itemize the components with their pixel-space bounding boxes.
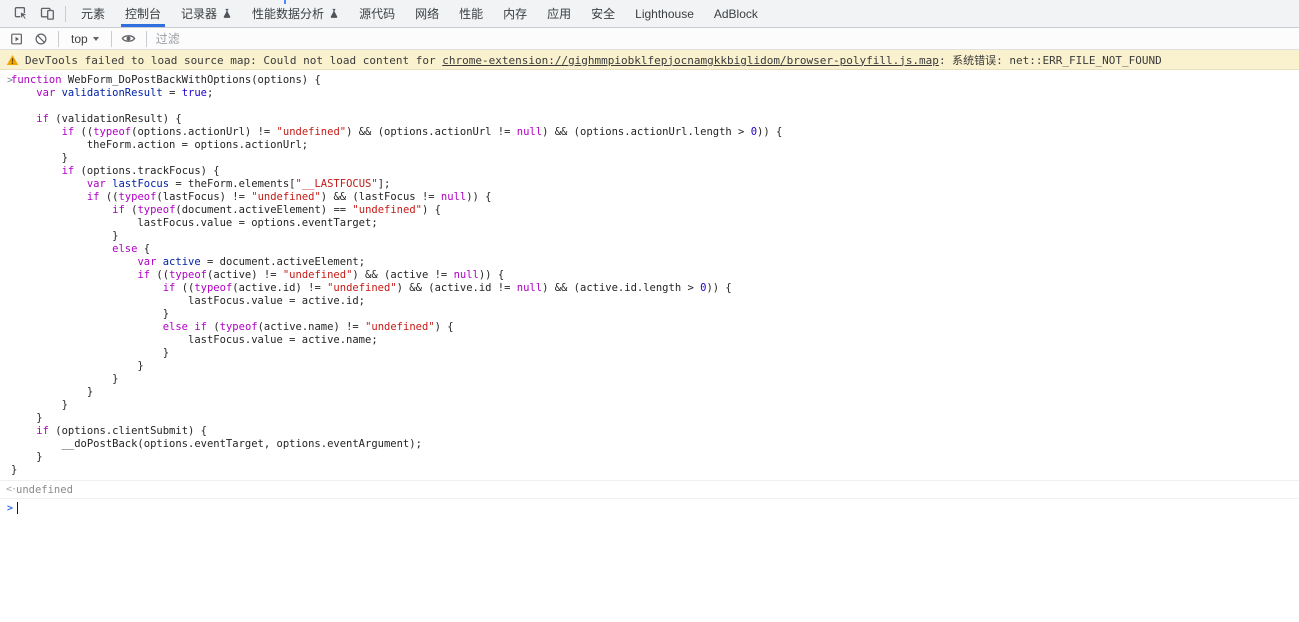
prompt-chevron-icon: > — [0, 503, 17, 514]
toolbar-separator — [146, 31, 147, 47]
tab-label: 记录器 — [181, 5, 217, 22]
devtools-tabbar: 元素 控制台 记录器 性能数据分析 源代码 网络 — [0, 0, 1299, 28]
tab-lighthouse[interactable]: Lighthouse — [625, 0, 704, 27]
tab-application[interactable]: 应用 — [537, 0, 581, 27]
live-expression-button[interactable] — [117, 29, 141, 49]
tab-sources[interactable]: 源代码 — [349, 0, 405, 27]
warning-text-before-link: DevTools failed to load source map: Coul… — [25, 54, 442, 67]
console-result: <· undefined — [0, 481, 1299, 499]
tab-label: 源代码 — [359, 5, 395, 22]
tab-security[interactable]: 安全 — [581, 0, 625, 27]
result-arrow-icon: <· — [0, 484, 16, 495]
clear-console-icon — [34, 32, 48, 46]
source-map-warning-bar: DevTools failed to load source map: Coul… — [0, 50, 1299, 70]
toggle-device-toolbar-button[interactable] — [34, 2, 60, 26]
tab-memory[interactable]: 内存 — [493, 0, 537, 27]
tab-elements[interactable]: 元素 — [71, 0, 115, 27]
execution-context-selector[interactable]: top — [64, 32, 106, 46]
console-output: > function WebForm_DoPostBackWithOptions… — [0, 70, 1299, 517]
warning-triangle-icon — [6, 54, 19, 66]
toolbar-separator — [111, 31, 112, 47]
tab-label: Lighthouse — [635, 7, 694, 21]
tab-label: 应用 — [547, 5, 571, 22]
top-edge-artifact — [284, 0, 286, 4]
console-sidebar-toggle-button[interactable] — [5, 29, 29, 49]
clear-console-button[interactable] — [29, 29, 53, 49]
execution-context-label: top — [71, 32, 88, 46]
chevron-down-icon — [93, 37, 99, 41]
tab-network[interactable]: 网络 — [405, 0, 449, 27]
text-cursor — [17, 502, 18, 514]
console-sidebar-icon — [10, 32, 24, 46]
console-input[interactable]: > — [0, 499, 1299, 517]
tab-label: 元素 — [81, 5, 105, 22]
tab-label: 网络 — [415, 5, 439, 22]
inspect-cursor-icon — [14, 6, 29, 21]
tab-label: 内存 — [503, 5, 527, 22]
eye-icon — [121, 31, 136, 46]
toolbar-separator — [58, 31, 59, 47]
experiment-flask-icon — [329, 8, 339, 19]
inspect-element-button[interactable] — [8, 2, 34, 26]
warning-message: DevTools failed to load source map: Coul… — [25, 52, 1162, 68]
result-value: undefined — [16, 484, 73, 496]
experiment-flask-icon — [222, 8, 232, 19]
tab-recorder[interactable]: 记录器 — [171, 0, 242, 27]
source-map-link[interactable]: chrome-extension://gighmmpiobklfepjocnam… — [442, 54, 939, 67]
warning-text-after-link: : 系统错误: net::ERR_FILE_NOT_FOUND — [939, 54, 1162, 67]
input-echo-chevron-icon: > — [0, 74, 11, 477]
console-input-echo: > function WebForm_DoPostBackWithOptions… — [0, 70, 1299, 481]
tab-label: 控制台 — [125, 5, 161, 22]
tab-label: 性能数据分析 — [252, 5, 324, 22]
tab-console[interactable]: 控制台 — [115, 0, 171, 27]
tab-label: AdBlock — [714, 7, 758, 21]
tab-performance-insights[interactable]: 性能数据分析 — [242, 0, 349, 27]
echoed-code: function WebForm_DoPostBackWithOptions(o… — [11, 74, 782, 477]
devtools-window: 元素 控制台 记录器 性能数据分析 源代码 网络 — [0, 0, 1299, 622]
device-toolbar-icon — [40, 6, 55, 21]
console-toolbar: top — [0, 28, 1299, 50]
tab-label: 性能 — [459, 5, 483, 22]
tab-adblock[interactable]: AdBlock — [704, 0, 768, 27]
console-filter-input[interactable] — [152, 30, 572, 48]
tab-label: 安全 — [591, 5, 615, 22]
toolbar-separator — [65, 6, 66, 22]
tab-performance[interactable]: 性能 — [449, 0, 493, 27]
